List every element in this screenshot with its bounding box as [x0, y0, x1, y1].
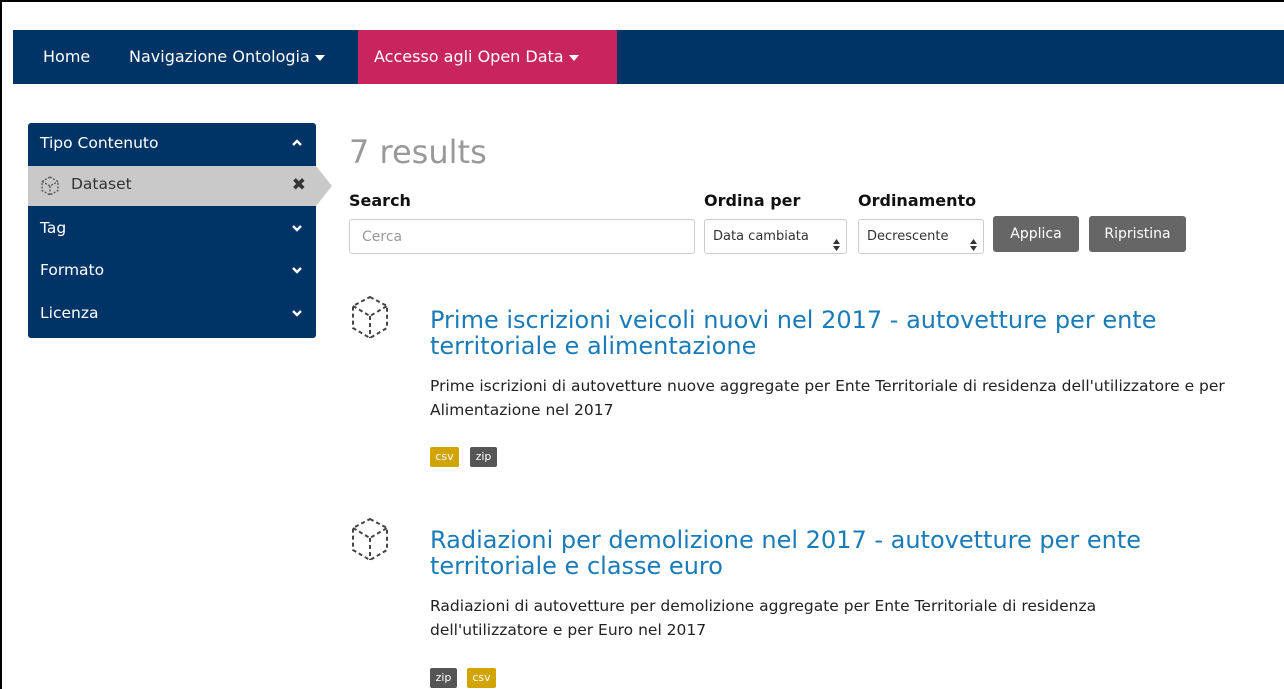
sort-select[interactable]: Data cambiata: [704, 219, 847, 254]
search-label: Search: [349, 191, 411, 210]
sidebar-section-label: Tipo Contenuto: [40, 134, 159, 152]
nav-home-label: Home: [43, 47, 91, 66]
reset-button[interactable]: Ripristina: [1089, 216, 1186, 252]
search-input[interactable]: [349, 219, 695, 254]
chevron-down-icon: [292, 309, 302, 317]
dataset-cube-icon: [349, 516, 391, 564]
sidebar-section-formato[interactable]: Formato: [28, 251, 316, 293]
filter-sidebar: Tipo Contenuto Dataset ✖ Tag Formato Lic…: [28, 123, 332, 338]
order-select-value: Decrescente: [867, 229, 949, 244]
nav-ontology-dropdown[interactable]: Navigazione Ontologia: [129, 30, 325, 84]
nav-home-link[interactable]: Home: [43, 30, 90, 84]
sort-label: Ordina per: [704, 191, 801, 210]
result-title[interactable]: Prime iscrizioni veicoli nuovi nel 2017 …: [430, 307, 1270, 359]
selected-filter-dataset[interactable]: Dataset ✖: [28, 166, 332, 206]
selected-pointer: [316, 166, 332, 206]
sidebar-section-tipo-contenuto[interactable]: Tipo Contenuto: [28, 124, 316, 166]
sidebar-section-label: Formato: [40, 261, 105, 279]
order-label: Ordinamento: [858, 191, 977, 210]
result-description: Prime iscrizioni di autovetture nuove ag…: [430, 377, 1225, 419]
sort-arrows-icon: [970, 231, 977, 251]
result-title[interactable]: Radiazioni per demolizione nel 2017 - au…: [430, 527, 1270, 579]
top-navbar: Home Navigazione Ontologia Accesso agli …: [13, 30, 1284, 84]
selected-filter-label: Dataset: [71, 175, 132, 193]
dataset-cube-icon: [349, 294, 391, 342]
chevron-up-icon: [292, 139, 302, 147]
results-count: 7 results: [349, 133, 487, 171]
format-badge-csv[interactable]: csv: [430, 447, 459, 467]
format-badge-zip[interactable]: zip: [430, 668, 457, 688]
sort-select-value: Data cambiata: [713, 229, 809, 244]
cube-icon: [39, 175, 61, 197]
nav-opendata-label: Accesso agli Open Data: [374, 47, 564, 66]
format-badge-zip[interactable]: zip: [470, 447, 497, 467]
sidebar-section-licenza[interactable]: Licenza: [28, 294, 316, 336]
chevron-down-icon: [292, 224, 302, 232]
chevron-down-icon: [292, 266, 302, 274]
sidebar-section-label: Tag: [40, 219, 67, 237]
result-description: Radiazioni di autovetture per demolizion…: [430, 597, 1097, 639]
window-frame-left: [0, 0, 13, 689]
sort-arrows-icon: [833, 231, 840, 251]
nav-ontology-label: Navigazione Ontologia: [129, 47, 310, 66]
sidebar-section-label: Licenza: [40, 304, 99, 322]
format-badge-csv[interactable]: csv: [467, 668, 496, 688]
window-frame-top: [0, 0, 1284, 14]
apply-button[interactable]: Applica: [993, 216, 1079, 252]
caret-down-icon: [568, 54, 579, 61]
close-icon[interactable]: ✖: [292, 175, 306, 195]
nav-opendata-dropdown[interactable]: Accesso agli Open Data: [358, 30, 617, 84]
sidebar-section-tag[interactable]: Tag: [28, 209, 316, 251]
order-select[interactable]: Decrescente: [858, 219, 984, 254]
caret-down-icon: [314, 54, 325, 61]
